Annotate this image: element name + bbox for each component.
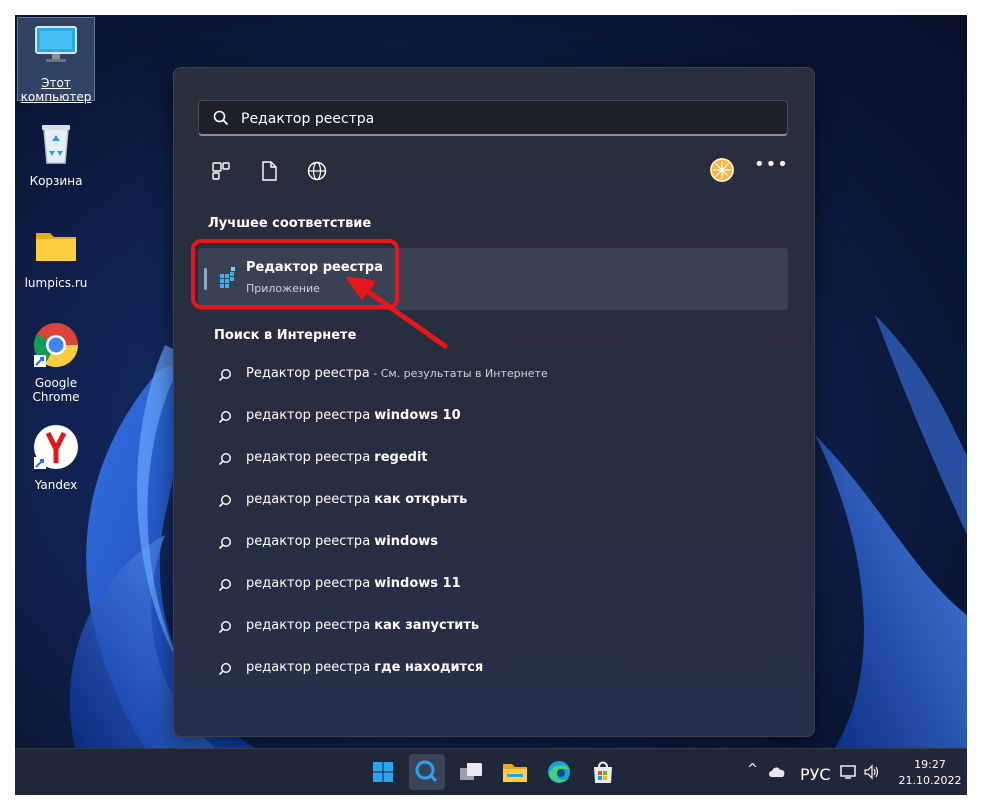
taskbar: ^ РУС 19:27 21.10.2022 [15,748,967,795]
web-search-title: Поиск в Интернете [214,328,357,343]
web-result-text: редактор реестра regedit [246,450,428,465]
search-icon [218,494,232,508]
web-result-prefix: Редактор реестра [246,366,370,381]
search-icon [218,452,232,466]
clock-date: 21.10.2022 [898,774,962,787]
web-result-item[interactable]: редактор реестра где находится [218,654,778,684]
web-result-text: редактор реестра где находится [246,660,483,675]
start-icon[interactable] [367,756,399,788]
web-result-text: редактор реестра как запустить [246,618,479,633]
web-result-item[interactable]: Редактор реестра - См. результаты в Инте… [218,360,778,390]
desktop-icon-recycle-bin[interactable]: Корзина [17,119,95,188]
desktop-screen: Этот компьютер Корзина lumpics.ru Google… [15,15,967,795]
web-result-prefix: редактор реестра [246,492,375,507]
web-filter-icon[interactable] [306,160,328,182]
search-icon [218,620,232,634]
avatar[interactable] [710,158,734,182]
file-explorer-icon[interactable] [499,756,531,788]
recycle-bin-icon [42,125,70,164]
desktop-icon-label: lumpics.ru [24,276,88,290]
web-result-prefix: редактор реестра [246,534,375,549]
search-input[interactable] [239,107,763,131]
desktop-icon-label: Корзина [29,174,83,188]
web-result-item[interactable]: редактор реестра как открыть [218,486,778,516]
desktop-icon-yandex[interactable]: Yandex [17,423,95,492]
desktop-icon-label: Chrome [32,390,80,404]
web-result-prefix: редактор реестра [246,576,375,591]
desktop-icon-chrome[interactable]: Google Chrome [17,321,95,404]
store-icon[interactable] [587,756,619,788]
search-icon [415,760,438,783]
taskbar-clock[interactable]: 19:27 21.10.2022 [895,757,965,789]
desktop-icon-lumpics[interactable]: lumpics.ru [17,221,95,290]
web-result-item[interactable]: редактор реестра windows [218,528,778,558]
edge-icon[interactable] [543,756,575,788]
web-result-item[interactable]: редактор реестра regedit [218,444,778,474]
best-match-title: Лучшее соответствие [208,216,372,231]
more-options-button[interactable]: ••• [754,156,788,182]
web-result-text: редактор реестра windows [246,534,438,549]
folder-icon [36,233,76,261]
web-result-prefix: редактор реестра [246,450,375,465]
yandex-icon [34,425,78,469]
show-hidden-icons-button[interactable]: ^ [747,762,758,777]
desktop-icon-label: компьютер [20,90,92,104]
web-result-prefix: редактор реестра [246,408,375,423]
search-icon [218,662,232,676]
search-icon [218,578,232,592]
search-icon [218,536,232,550]
web-result-item[interactable]: редактор реестра windows 11 [218,570,778,600]
web-result-text: редактор реестра windows 10 [246,408,461,423]
web-result-bold: как запустить [374,618,480,633]
desktop-icon-label: Google [34,376,78,390]
web-result-bold: windows 11 [374,576,461,591]
clock-time: 19:27 [914,758,946,771]
web-result-bold: windows 10 [374,408,461,423]
apps-filter-icon[interactable] [210,160,232,182]
chrome-icon [34,323,78,367]
search-icon [213,110,229,126]
taskbar-search-button[interactable] [409,754,445,790]
task-view-icon[interactable] [455,756,487,788]
desktop-icon-label: Yandex [34,478,78,492]
display-icon[interactable] [839,764,857,780]
search-panel: ••• Лучшее соответствие Редактор реестра… [173,67,815,737]
documents-filter-icon[interactable] [258,160,280,182]
web-result-text: Редактор реестра - См. результаты в Инте… [246,366,548,381]
monitor-icon [35,26,77,62]
web-result-bold: где находится [374,660,484,675]
web-result-prefix: редактор реестра [246,660,375,675]
web-result-item[interactable]: редактор реестра windows 10 [218,402,778,432]
desktop-icon-label: Этот [41,76,71,90]
web-result-text: редактор реестра windows 11 [246,576,461,591]
annotation-highlight-frame [191,239,399,309]
language-indicator[interactable]: РУС [800,765,831,784]
desktop-icon-this-pc[interactable]: Этот компьютер [17,17,95,104]
web-result-text: редактор реестра как открыть [246,492,467,507]
web-result-bold: windows [374,534,439,549]
web-result-prefix: редактор реестра [246,618,375,633]
web-result-bold: regedit [374,450,428,465]
web-result-bold: как открыть [374,492,468,507]
web-result-item[interactable]: редактор реестра как запустить [218,612,778,642]
search-icon [218,368,232,382]
cloud-icon[interactable] [767,765,787,779]
search-icon [218,410,232,424]
search-box[interactable] [198,100,788,136]
web-result-suffix: - См. результаты в Интернете [369,367,548,380]
orange-avatar-icon [710,158,734,182]
volume-icon[interactable] [863,764,881,780]
